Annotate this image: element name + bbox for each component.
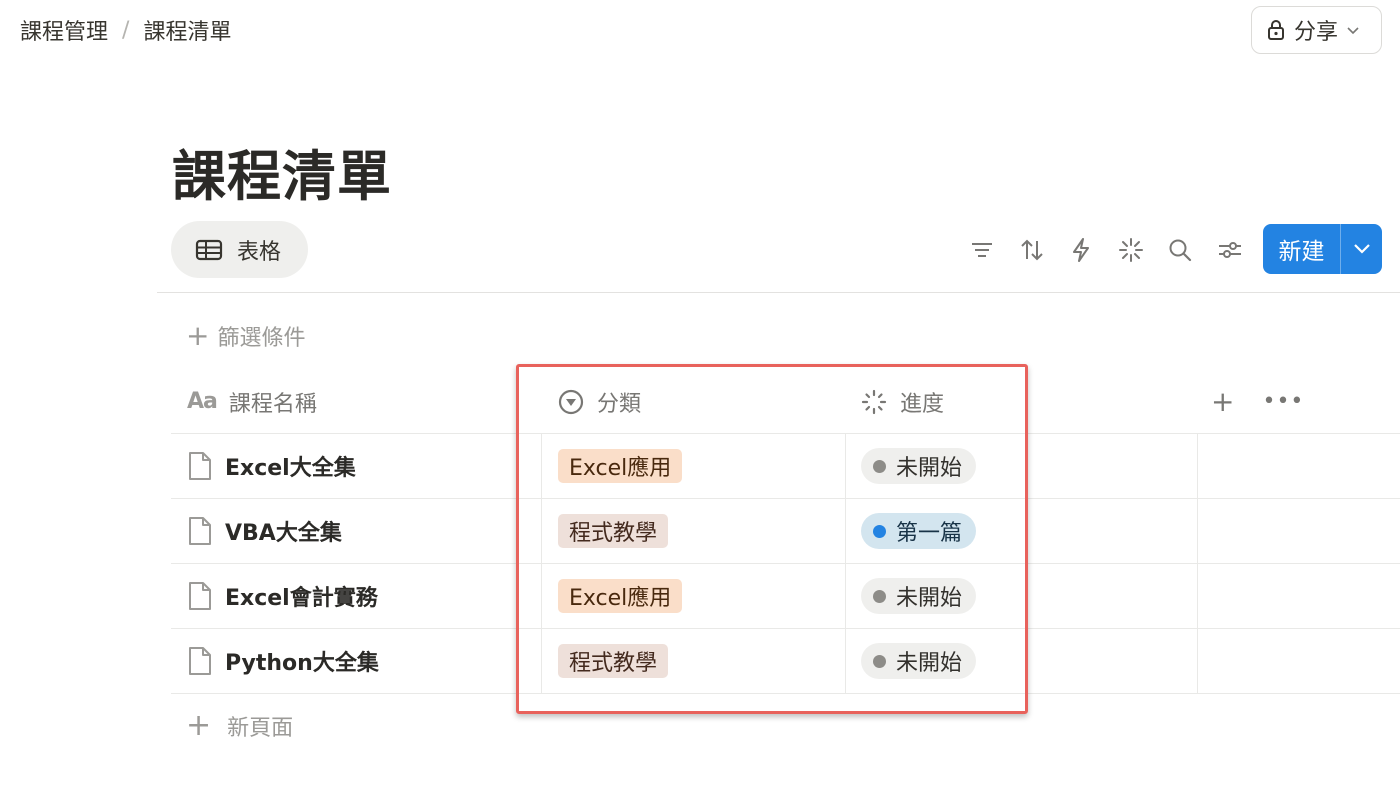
- name-cell[interactable]: Python大全集: [171, 629, 541, 693]
- header-actions: + •••: [1211, 370, 1304, 433]
- breadcrumb-separator: /: [122, 17, 130, 43]
- empty-cell: [1197, 499, 1400, 563]
- category-cell[interactable]: Excel應用: [541, 434, 845, 498]
- status-label: 第一篇: [896, 521, 963, 546]
- status-dot: [873, 524, 886, 538]
- category-cell[interactable]: 程式教學: [541, 629, 845, 693]
- automation-icon: [1073, 238, 1089, 262]
- progress-cell[interactable]: 未開始: [845, 564, 1197, 628]
- automation-button[interactable]: [1063, 232, 1099, 268]
- page-icon: [187, 515, 213, 547]
- status-label: 未開始: [896, 456, 963, 481]
- category-tag: 程式教學: [558, 514, 669, 548]
- text-property-icon: Aa: [187, 389, 218, 414]
- settings-icon: [1218, 242, 1241, 258]
- add-filter-button[interactable]: + 篩選條件: [186, 320, 305, 352]
- table-icon: [195, 239, 223, 260]
- course-name: Python大全集: [225, 651, 379, 676]
- table-row[interactable]: VBA大全集 程式教學 第一篇: [171, 499, 1400, 564]
- course-name: Excel大全集: [225, 456, 356, 481]
- table-row[interactable]: Excel大全集 Excel應用 未開始: [171, 434, 1400, 499]
- category-tag: Excel應用: [558, 579, 683, 613]
- page-title: 課程清單: [172, 145, 392, 208]
- database-table: Aa 課程名稱 分類 進度 + ••• Excel大全集 Excel應用 未開始…: [171, 370, 1400, 694]
- course-name: Excel會計實務: [225, 586, 378, 611]
- share-button[interactable]: 分享: [1251, 6, 1382, 54]
- status-badge: 未開始: [861, 643, 977, 679]
- status-dot: [873, 589, 886, 603]
- new-button: 新建: [1263, 224, 1382, 274]
- sort-icon: [1020, 239, 1043, 261]
- column-header-label: 分類: [597, 391, 642, 417]
- lock-icon: [1268, 20, 1284, 40]
- empty-cell: [1197, 629, 1400, 693]
- name-cell[interactable]: VBA大全集: [171, 499, 541, 563]
- toolbar-divider: [157, 292, 1400, 293]
- select-icon: [557, 388, 585, 416]
- column-header-progress[interactable]: 進度: [845, 370, 1197, 433]
- category-tag: 程式教學: [558, 644, 669, 678]
- page-icon: [187, 645, 213, 677]
- plus-icon: +: [186, 319, 210, 352]
- status-badge: 第一篇: [861, 513, 977, 549]
- progress-cell[interactable]: 未開始: [845, 629, 1197, 693]
- column-header-category[interactable]: 分類: [541, 370, 845, 433]
- breadcrumb: 課程管理 / 課程清單: [20, 14, 231, 46]
- new-button-dropdown[interactable]: [1341, 224, 1382, 274]
- name-cell[interactable]: Excel大全集: [171, 434, 541, 498]
- breadcrumb-current[interactable]: 課程清單: [143, 14, 231, 46]
- table-row[interactable]: Excel會計實務 Excel應用 未開始: [171, 564, 1400, 629]
- chevron-down-icon: [1353, 244, 1370, 254]
- view-tab-table[interactable]: 表格: [171, 221, 308, 278]
- status-badge: 未開始: [861, 448, 977, 484]
- new-page-button[interactable]: + 新頁面: [186, 710, 293, 742]
- column-header-label: 進度: [900, 391, 945, 417]
- table-header-row: Aa 課程名稱 分類 進度 + •••: [171, 370, 1400, 434]
- page-icon: [187, 450, 213, 482]
- category-cell[interactable]: Excel應用: [541, 564, 845, 628]
- filter-icon: [972, 243, 992, 257]
- empty-cell: [1197, 434, 1400, 498]
- status-dot: [873, 654, 886, 668]
- toolbar: [964, 232, 1261, 268]
- progress-cell[interactable]: 未開始: [845, 434, 1197, 498]
- column-header-name[interactable]: Aa 課程名稱: [171, 370, 541, 433]
- sort-button[interactable]: [1014, 232, 1050, 268]
- plus-icon: +: [186, 708, 212, 743]
- more-options-icon[interactable]: •••: [1262, 389, 1304, 414]
- page-icon: [187, 580, 213, 612]
- filter-button[interactable]: [964, 232, 1000, 268]
- search-button[interactable]: [1162, 232, 1198, 268]
- status-dot: [873, 459, 886, 473]
- progress-cell[interactable]: 第一篇: [845, 499, 1197, 563]
- add-filter-label: 篩選條件: [217, 326, 306, 351]
- status-label: 未開始: [896, 586, 963, 611]
- name-cell[interactable]: Excel會計實務: [171, 564, 541, 628]
- status-label: 未開始: [896, 651, 963, 676]
- category-cell[interactable]: 程式教學: [541, 499, 845, 563]
- chevron-down-icon: [1347, 27, 1359, 35]
- new-page-label: 新頁面: [227, 716, 294, 741]
- add-property-button[interactable]: +: [1211, 385, 1234, 418]
- breadcrumb-parent[interactable]: 課程管理: [20, 14, 108, 46]
- status-icon: [860, 388, 888, 416]
- new-button-label[interactable]: 新建: [1263, 224, 1341, 274]
- ai-button[interactable]: [1113, 232, 1149, 268]
- share-label: 分享: [1294, 20, 1339, 45]
- ai-sparkle-icon: [1118, 238, 1143, 262]
- category-tag: Excel應用: [558, 449, 683, 483]
- empty-cell: [1197, 564, 1400, 628]
- column-header-label: 課程名稱: [228, 391, 317, 417]
- view-settings-button[interactable]: [1212, 232, 1248, 268]
- status-badge: 未開始: [861, 578, 977, 614]
- table-row[interactable]: Python大全集 程式教學 未開始: [171, 629, 1400, 694]
- course-name: VBA大全集: [225, 521, 342, 546]
- view-tab-label: 表格: [237, 239, 282, 265]
- search-icon: [1169, 239, 1192, 262]
